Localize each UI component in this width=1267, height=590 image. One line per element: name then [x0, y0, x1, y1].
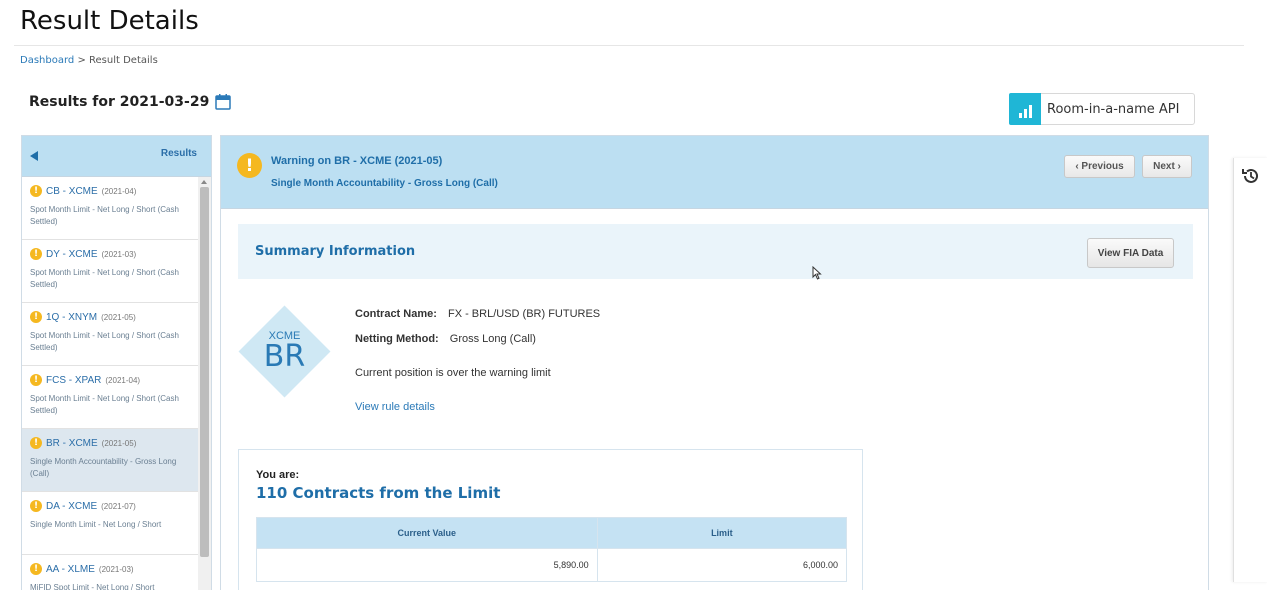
list-item-description: Spot Month Limit - Net Long / Short (Cas… [30, 331, 179, 352]
warning-icon: ! [30, 374, 42, 386]
limit-summary-box: You are: 110 Contracts from the Limit Cu… [238, 449, 863, 590]
warning-icon: ! [30, 248, 42, 260]
list-item-header: ! CB - XCME (2021-04) [30, 185, 182, 197]
list-item-date: (2021-03) [98, 564, 134, 574]
list-item-header: ! 1Q - XNYM (2021-05) [30, 311, 182, 323]
current-value-cell: 5,890.00 [256, 548, 598, 582]
warning-subtitle: Single Month Accountability - Gross Long… [271, 178, 498, 189]
result-list-item[interactable]: ! CB - XCME (2021-04) Spot Month Limit - Ne… [22, 177, 198, 240]
warning-icon: ! [237, 153, 262, 178]
summary-title: Summary Information [255, 244, 416, 259]
warning-title: Warning on BR - XCME (2021-05) [271, 155, 443, 167]
netting-method-label: Netting Method: [355, 333, 439, 345]
result-detail-panel: ! Warning on BR - XCME (2021-05) Single … [220, 135, 1209, 590]
result-list-item[interactable]: ! DY - XCME (2021-03) Spot Month Limit - Ne… [22, 240, 198, 303]
warning-icon: ! [30, 500, 42, 512]
list-item-name: 1Q - XNYM [46, 311, 98, 323]
netting-method-row: Netting Method: Gross Long (Call) [355, 333, 536, 345]
result-list-item[interactable]: ! AA - XLME (2021-03) MiFID Spot Limit - Ne… [22, 555, 198, 590]
scroll-up-icon[interactable] [201, 180, 207, 184]
view-fia-data-button[interactable]: View FIA Data [1087, 238, 1174, 268]
sidebar-scrollbar[interactable] [198, 177, 211, 590]
contract-name-label: Contract Name: [355, 308, 437, 320]
next-button[interactable]: Next › [1142, 155, 1192, 178]
view-rule-details-link[interactable]: View rule details [355, 401, 435, 413]
api-button-label: Room-in-a-name API [1047, 101, 1180, 117]
breadcrumb-dashboard-link[interactable]: Dashboard [20, 55, 74, 66]
result-list: ! CB - XCME (2021-04) Spot Month Limit - Ne… [22, 177, 211, 590]
result-list-item[interactable]: ! BR - XCME (2021-05) Single Month Accounta… [22, 429, 198, 492]
warning-header: ! Warning on BR - XCME (2021-05) Single … [221, 136, 1208, 209]
warning-icon: ! [30, 185, 42, 197]
history-icon[interactable] [1241, 166, 1261, 186]
list-item-header: ! BR - XCME (2021-05) [30, 437, 182, 449]
list-item-description: Single Month Limit - Net Long / Short [30, 520, 162, 529]
result-list-item[interactable]: ! DA - XCME (2021-07) Single Month Limit - … [22, 492, 198, 555]
list-item-date: (2021-04) [101, 186, 137, 196]
sidebar-title: Results [160, 147, 197, 159]
results-date-label: Results for 2021-03-29 [29, 94, 210, 110]
limit-table: Current Value Limit 5,890.00 6,000.00 [256, 517, 848, 582]
result-list-item[interactable]: ! 1Q - XNYM (2021-05) Spot Month Limit - Ne… [22, 303, 198, 366]
warning-icon: ! [30, 563, 42, 575]
warning-icon: ! [30, 311, 42, 323]
title-divider [14, 45, 1244, 46]
list-item-header: ! DY - XCME (2021-03) [30, 248, 182, 260]
list-item-date: (2021-04) [105, 375, 141, 385]
list-item-date: (2021-05) [101, 312, 136, 322]
position-status: Current position is over the warning lim… [355, 367, 551, 379]
warning-icon: ! [30, 437, 42, 449]
list-item-description: MiFID Spot Limit - Net Long / Short [30, 583, 155, 590]
contract-badge: XCME BR [237, 326, 332, 372]
results-date-heading: Results for 2021-03-29 [29, 94, 232, 110]
list-item-description: Spot Month Limit - Net Long / Short (Cas… [30, 394, 179, 415]
history-panel-tab [1233, 158, 1267, 582]
list-item-name: BR - XCME [46, 437, 98, 449]
contract-name-value: FX - BRL/USD (BR) FUTURES [447, 308, 601, 320]
list-item-description: Single Month Accountability - Gross Long… [30, 457, 177, 478]
list-item-name: CB - XCME [46, 185, 98, 197]
list-item-header: ! AA - XLME (2021-03) [30, 563, 182, 575]
scrollbar-thumb[interactable] [200, 187, 209, 557]
mouse-cursor-icon [812, 266, 822, 280]
previous-button[interactable]: ‹ Previous [1064, 155, 1135, 178]
summary-bar: Summary Information View FIA Data [238, 224, 1193, 279]
list-item-header: ! FCS - XPAR (2021-04) [30, 374, 182, 386]
bar-chart-icon [1009, 93, 1041, 125]
list-item-description: Spot Month Limit - Net Long / Short (Cas… [30, 268, 179, 289]
room-in-a-name-api-button[interactable]: Room-in-a-name API [1009, 93, 1195, 125]
list-item-header: ! DA - XCME (2021-07) [30, 500, 182, 512]
list-item-name: DA - XCME [46, 500, 98, 512]
table-row: 5,890.00 6,000.00 [256, 548, 848, 582]
sidebar-header: Results [22, 136, 211, 177]
list-item-name: DY - XCME [46, 248, 98, 260]
calendar-icon[interactable] [215, 94, 232, 110]
list-item-date: (2021-05) [101, 438, 137, 448]
list-item-date: (2021-07) [101, 501, 136, 511]
results-sidebar: Results ! CB - XCME (2021-04) Spot Month Li… [21, 135, 212, 590]
list-item-description: Spot Month Limit - Net Long / Short (Cas… [30, 205, 179, 226]
breadcrumb-separator: > [77, 55, 86, 66]
limit-header: Limit [596, 517, 848, 549]
collapse-sidebar-icon[interactable] [30, 151, 38, 161]
current-value-header: Current Value [256, 517, 598, 549]
limit-headline: 110 Contracts from the Limit [256, 484, 501, 502]
limit-cell: 6,000.00 [596, 548, 848, 582]
list-item-name: FCS - XPAR [46, 374, 102, 386]
breadcrumb-current: Result Details [89, 55, 158, 66]
contract-name-row: Contract Name: FX - BRL/USD (BR) FUTURES [355, 308, 600, 320]
page-title: Result Details [20, 6, 199, 36]
list-item-date: (2021-03) [101, 249, 137, 259]
badge-code: BR [263, 339, 306, 374]
you-are-label: You are: [256, 469, 300, 481]
result-list-item[interactable]: ! FCS - XPAR (2021-04) Spot Month Limit - N… [22, 366, 198, 429]
list-item-name: AA - XLME [46, 563, 95, 575]
breadcrumb: Dashboard > Result Details [20, 55, 158, 66]
netting-method-value: Gross Long (Call) [449, 333, 536, 345]
